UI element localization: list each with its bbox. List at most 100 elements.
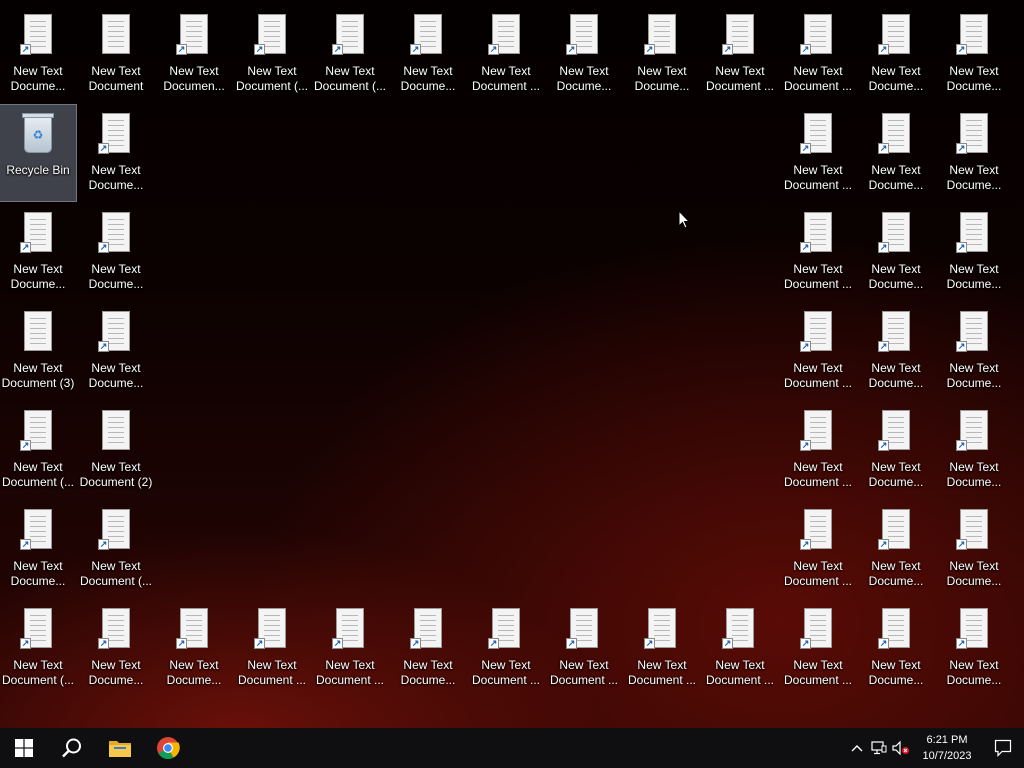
desktop-file-item[interactable]: ↗ New Text Document ... — [780, 303, 856, 399]
desktop-file-item[interactable]: ↗ New Text Document ... — [780, 6, 856, 102]
desktop-file-item[interactable]: ↗ New Text Document ... — [702, 600, 778, 696]
desktop-file-item[interactable]: ↗ New Text Document (... — [234, 6, 310, 102]
desktop-file-item[interactable]: ↗ New Text Docume... — [624, 6, 700, 102]
text-document-icon: ↗ — [722, 608, 758, 652]
desktop-file-item[interactable]: ↗ New Text Document ... — [780, 600, 856, 696]
text-document-icon: ↗ — [878, 14, 914, 58]
text-document-icon: ↗ — [176, 608, 212, 652]
text-document-icon: ↗ — [878, 212, 914, 256]
desktop-file-item[interactable]: ↗ New Text Docume... — [936, 303, 1012, 399]
text-document-icon: ↗ — [566, 14, 602, 58]
text-document-icon: ↗ — [20, 212, 56, 256]
search-button[interactable] — [48, 728, 96, 768]
desktop-file-item[interactable]: ↗ New Text Document ... — [624, 600, 700, 696]
desktop-file-item[interactable]: ↗ New Text Docume... — [858, 6, 934, 102]
desktop-file-item[interactable]: ↗ New Text Docume... — [858, 600, 934, 696]
desktop-item-label: New Text Docume... — [556, 64, 612, 93]
text-document-icon: ↗ — [98, 113, 134, 157]
desktop-file-item[interactable]: ↗ New Text Document ... — [468, 600, 544, 696]
chrome-button[interactable] — [144, 728, 192, 768]
desktop-file-item[interactable]: ↗ New Text Docume... — [156, 600, 232, 696]
file-explorer-button[interactable] — [96, 728, 144, 768]
chevron-up-icon — [851, 745, 863, 752]
shortcut-arrow-icon: ↗ — [176, 44, 187, 55]
shortcut-arrow-icon: ↗ — [800, 638, 811, 649]
desktop-file-item[interactable]: ↗ New Text Docume... — [0, 204, 76, 300]
text-document-icon: ↗ — [98, 212, 134, 256]
volume-button[interactable] — [890, 728, 912, 768]
shortcut-arrow-icon: ↗ — [332, 638, 343, 649]
desktop-file-item[interactable]: ↗ New Text Docume... — [0, 6, 76, 102]
desktop-item-label: New Text Document (... — [1, 658, 75, 687]
desktop-item-label: New Text Document ... — [471, 64, 541, 93]
desktop-file-item[interactable]: ↗ New Text Docume... — [858, 501, 934, 597]
desktop-file-item[interactable]: ↗ New Text Document ... — [468, 6, 544, 102]
desktop-file-item[interactable]: New Text Document — [78, 6, 154, 102]
desktop-file-item[interactable]: ↗ New Text Document ... — [234, 600, 310, 696]
clock-date: 10/7/2023 — [922, 750, 972, 762]
text-document-icon: ↗ — [878, 509, 914, 553]
desktop-file-item[interactable]: ↗ New Text Documen... — [156, 6, 232, 102]
shortcut-arrow-icon: ↗ — [254, 638, 265, 649]
desktop-file-item[interactable]: ↗ New Text Document ... — [546, 600, 622, 696]
desktop-item-label: New Text Docume... — [868, 658, 924, 687]
shortcut-arrow-icon: ↗ — [20, 539, 31, 550]
desktop-file-item[interactable]: ↗ New Text Docume... — [936, 501, 1012, 597]
desktop-file-item[interactable]: ↗ New Text Docume... — [936, 600, 1012, 696]
desktop-file-item[interactable]: ↗ New Text Document ... — [780, 105, 856, 201]
desktop-file-item[interactable]: ↗ New Text Document ... — [780, 402, 856, 498]
desktop-file-item[interactable]: ↗ New Text Docume... — [858, 204, 934, 300]
desktop-file-item[interactable]: ↗ New Text Docume... — [858, 105, 934, 201]
recycle-bin-icon-item[interactable]: ♻ Recycle Bin — [0, 104, 77, 202]
desktop-file-item[interactable]: ↗ New Text Docume... — [936, 6, 1012, 102]
desktop-file-item[interactable]: ↗ New Text Docume... — [546, 6, 622, 102]
desktop-file-item[interactable]: ↗ New Text Docume... — [78, 303, 154, 399]
desktop-item-label: New Text Docume... — [868, 64, 924, 93]
desktop-file-item[interactable]: New Text Document (3) — [0, 303, 76, 399]
desktop-file-item[interactable]: ↗ New Text Docume... — [78, 204, 154, 300]
start-button[interactable] — [0, 728, 48, 768]
chrome-icon — [157, 737, 180, 759]
desktop-file-item[interactable]: ↗ New Text Docume... — [858, 303, 934, 399]
show-hidden-icons-button[interactable] — [846, 728, 868, 768]
desktop-file-item[interactable]: ↗ New Text Docume... — [936, 402, 1012, 498]
shortcut-arrow-icon: ↗ — [332, 44, 343, 55]
desktop-file-item[interactable]: ↗ New Text Document ... — [702, 6, 778, 102]
text-document-icon: ↗ — [98, 509, 134, 553]
shortcut-arrow-icon: ↗ — [566, 638, 577, 649]
text-document-icon: ↗ — [800, 14, 836, 58]
desktop-item-label: New Text Docume... — [10, 559, 66, 588]
desktop-file-item[interactable]: ↗ New Text Docume... — [78, 600, 154, 696]
desktop-file-item[interactable]: ↗ New Text Document (... — [0, 402, 76, 498]
desktop-item-label: New Text Docume... — [946, 460, 1002, 489]
text-document-icon — [20, 311, 56, 355]
shortcut-arrow-icon: ↗ — [956, 44, 967, 55]
desktop-file-item[interactable]: New Text Document (2) — [78, 402, 154, 498]
desktop-file-item[interactable]: ↗ New Text Document (... — [78, 501, 154, 597]
network-button[interactable] — [868, 728, 890, 768]
clock[interactable]: 6:21 PM 10/7/2023 — [912, 732, 982, 764]
desktop-file-item[interactable]: ↗ New Text Docume... — [936, 204, 1012, 300]
desktop-file-item[interactable]: ↗ New Text Docume... — [0, 501, 76, 597]
clock-time: 6:21 PM — [926, 734, 968, 746]
shortcut-arrow-icon: ↗ — [956, 440, 967, 451]
desktop-file-item[interactable]: ↗ New Text Document ... — [780, 501, 856, 597]
shortcut-arrow-icon: ↗ — [878, 440, 889, 451]
desktop[interactable]: ↗ New Text Docume... New Text Document ↗ New… — [0, 0, 1024, 728]
desktop-file-item[interactable]: ↗ New Text Document (... — [312, 6, 388, 102]
desktop-file-item[interactable]: ↗ New Text Document ... — [780, 204, 856, 300]
mouse-cursor — [678, 210, 690, 229]
desktop-file-item[interactable]: ↗ New Text Docume... — [390, 6, 466, 102]
desktop-file-item[interactable]: ↗ New Text Document (... — [0, 600, 76, 696]
text-document-icon: ↗ — [644, 608, 680, 652]
action-center-button[interactable] — [982, 728, 1024, 768]
text-document-icon: ↗ — [332, 608, 368, 652]
desktop-file-item[interactable]: ↗ New Text Document ... — [312, 600, 388, 696]
desktop-file-item[interactable]: ↗ New Text Docume... — [858, 402, 934, 498]
desktop-file-item[interactable]: ↗ New Text Docume... — [78, 105, 154, 201]
shortcut-arrow-icon: ↗ — [878, 242, 889, 253]
text-document-icon: ↗ — [254, 14, 290, 58]
desktop-file-item[interactable]: ↗ New Text Docume... — [936, 105, 1012, 201]
desktop-file-item[interactable]: ↗ New Text Docume... — [390, 600, 466, 696]
shortcut-arrow-icon: ↗ — [20, 638, 31, 649]
